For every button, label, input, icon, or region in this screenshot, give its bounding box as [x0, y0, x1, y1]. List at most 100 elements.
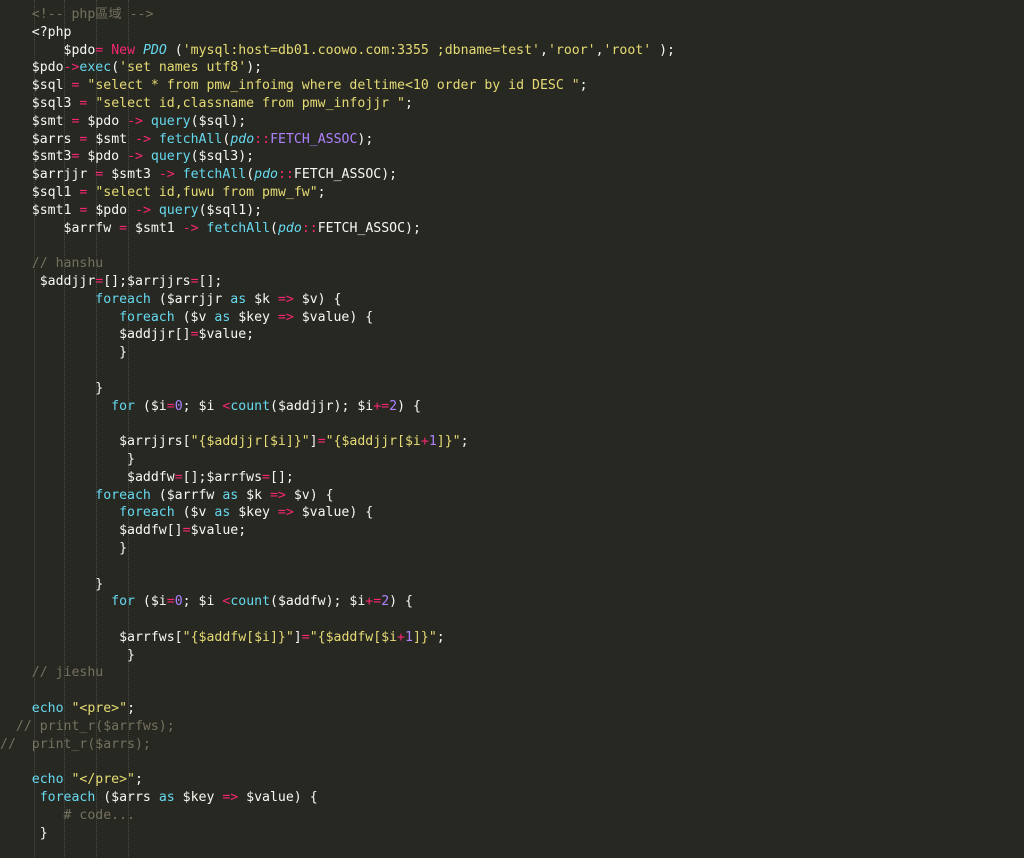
code-line[interactable]: } — [0, 344, 1024, 362]
code-token: $k — [246, 291, 278, 307]
code-line[interactable]: // print_r($arrs); — [0, 736, 1024, 754]
code-token: $key — [230, 505, 278, 521]
code-line[interactable]: $smt = $pdo -> query($sql); — [0, 113, 1024, 131]
code-token: 1 — [404, 629, 413, 645]
code-token: ) { — [389, 594, 413, 610]
code-token: $value) { — [293, 309, 374, 325]
code-line[interactable]: for ($i=0; $i <count($addfw); $i+=2) { — [0, 593, 1024, 611]
code-line[interactable]: $sql3 = "select id,classname from pmw_in… — [0, 95, 1024, 113]
code-line[interactable]: // print_r($arrfws); — [0, 718, 1024, 736]
code-token: // jieshu — [31, 665, 104, 681]
code-line[interactable]: } — [0, 647, 1024, 665]
code-token: [] — [166, 523, 183, 539]
code-token: ($addjjr); $i — [270, 398, 374, 414]
code-token: $arrjjrs — [119, 434, 183, 450]
code-token: } — [39, 825, 48, 841]
code-line[interactable]: $arrjjr = $smt3 -> fetchAll(pdo::FETCH_A… — [0, 166, 1024, 184]
code-line[interactable]: foreach ($arrjjr as $k => $v) { — [0, 291, 1024, 309]
code-token: // print_r($arrfws); — [15, 718, 175, 734]
code-token: $key — [174, 790, 223, 806]
code-token: = — [166, 594, 175, 610]
code-token: = — [301, 629, 310, 645]
code-line[interactable]: foreach ($v as $key => $value) { — [0, 309, 1024, 327]
code-line[interactable] — [0, 237, 1024, 255]
code-token: + — [420, 434, 429, 450]
code-line[interactable] — [0, 415, 1024, 433]
code-line[interactable]: $addjjr[]=$value; — [0, 326, 1024, 344]
code-token: ]}" — [436, 434, 461, 450]
code-line[interactable]: $addfw=[];$arrfws=[]; — [0, 469, 1024, 487]
code-token: = — [262, 469, 270, 485]
code-token: "select id,classname from pmw_infojjr " — [95, 95, 405, 111]
code-line[interactable]: foreach ($v as $key => $value) { — [0, 504, 1024, 522]
code-line[interactable]: foreach ($arrs as $key => $value) { — [0, 789, 1024, 807]
code-token: -> — [158, 167, 175, 183]
code-token: foreach — [119, 505, 175, 521]
code-line[interactable]: $addfw[]=$value; — [0, 522, 1024, 540]
code-line[interactable]: $smt1 = $pdo -> query($sql1); — [0, 202, 1024, 220]
code-line[interactable]: } — [0, 451, 1024, 469]
code-line[interactable] — [0, 558, 1024, 576]
code-line[interactable]: } — [0, 576, 1024, 594]
code-line[interactable]: echo "</pre>"; — [0, 771, 1024, 789]
code-line[interactable]: <!-- php區域 --> — [0, 6, 1024, 24]
code-token: // print_r($arrs); — [0, 736, 151, 752]
code-token: count — [230, 594, 271, 610]
code-line[interactable] — [0, 753, 1024, 771]
code-token: ($v — [174, 309, 215, 325]
code-line[interactable]: $arrfw = $smt1 -> fetchAll(pdo::FETCH_AS… — [0, 220, 1024, 238]
code-line[interactable]: $pdo->exec('set names utf8'); — [0, 59, 1024, 77]
code-line[interactable]: $arrjjrs["{$addjjr[$i]}"]="{$addjjr[$i+1… — [0, 433, 1024, 451]
code-line[interactable] — [0, 611, 1024, 629]
code-token: as — [214, 309, 231, 325]
code-token: ]}" — [412, 629, 437, 645]
code-line[interactable]: } — [0, 380, 1024, 398]
code-line[interactable]: $arrfws["{$addfw[$i]}"]="{$addfw[$i+1]}"… — [0, 629, 1024, 647]
code-line[interactable]: $addjjr=[];$arrjjrs=[]; — [0, 273, 1024, 291]
code-token: pdo — [230, 131, 255, 147]
code-line[interactable]: // hanshu — [0, 255, 1024, 273]
code-line[interactable]: for ($i=0; $i <count($addjjr); $i+=2) { — [0, 398, 1024, 416]
code-token: :: — [277, 167, 294, 183]
code-line[interactable] — [0, 362, 1024, 380]
code-token: $value; — [190, 523, 247, 539]
code-token: "{$addfw[$i — [309, 629, 398, 645]
code-token: foreach — [95, 487, 151, 503]
code-token: $smt — [31, 113, 64, 129]
code-token: pdo — [254, 167, 278, 183]
code-line[interactable]: $sql = "select * from pmw_infoimg where … — [0, 77, 1024, 95]
code-token: fetchAll — [158, 131, 223, 147]
code-line[interactable]: // jieshu — [0, 664, 1024, 682]
code-line[interactable]: } — [0, 825, 1024, 843]
code-token: } — [95, 380, 104, 396]
code-token: ( — [166, 42, 183, 58]
code-line[interactable]: } — [0, 540, 1024, 558]
code-line[interactable]: $pdo= New PDO ('mysql:host=db01.coowo.co… — [0, 42, 1024, 60]
code-token: echo — [31, 772, 64, 788]
code-line[interactable]: foreach ($arrfw as $k => $v) { — [0, 487, 1024, 505]
code-line[interactable]: <?php — [0, 24, 1024, 42]
code-line[interactable]: # code... — [0, 807, 1024, 825]
code-token: $key — [230, 309, 278, 325]
code-line[interactable]: $arrs = $smt -> fetchAll(pdo::FETCH_ASSO… — [0, 131, 1024, 149]
code-token: <!-- php區域 --> — [31, 7, 154, 22]
code-line[interactable]: echo "<pre>"; — [0, 700, 1024, 718]
code-line[interactable]: $sql1 = "select id,fuwu from pmw_fw"; — [0, 184, 1024, 202]
code-token: ($i — [134, 594, 167, 610]
code-editor[interactable]: <!-- php區域 --> <?php $pdo= New PDO ('mys… — [0, 6, 1024, 842]
code-token: $sql3 — [31, 95, 72, 111]
code-token: => — [222, 790, 239, 806]
code-token: -> — [135, 131, 151, 147]
code-line[interactable] — [0, 682, 1024, 700]
code-token: + — [397, 629, 405, 645]
code-token: ); — [357, 131, 374, 147]
code-line[interactable]: $smt3= $pdo -> query($sql3); — [0, 148, 1024, 166]
